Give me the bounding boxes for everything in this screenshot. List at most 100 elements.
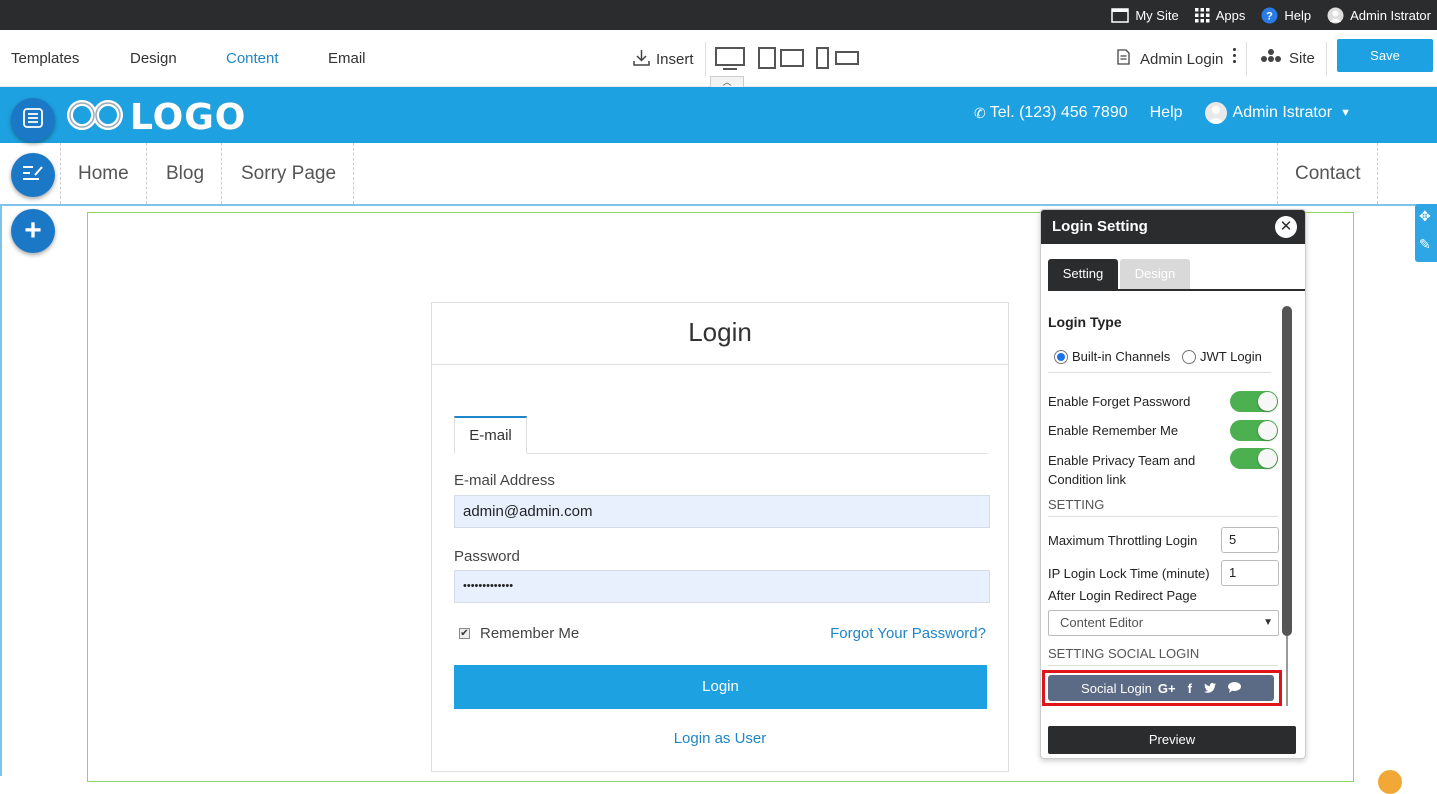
toggle-label-forget-password: Enable Forget Password bbox=[1048, 394, 1191, 409]
help-bubble[interactable] bbox=[1378, 770, 1402, 794]
toggle-remember-me[interactable] bbox=[1230, 420, 1278, 441]
redirect-label: After Login Redirect Page bbox=[1048, 588, 1197, 603]
site-header: LOGO ✆ Tel. (123) 456 7890 Help Admin Is… bbox=[0, 87, 1437, 143]
header-help-link[interactable]: Help bbox=[1150, 104, 1183, 122]
tab-design-panel[interactable]: Design bbox=[1120, 259, 1190, 289]
tab-setting[interactable]: Setting bbox=[1048, 259, 1118, 289]
sitemap-icon bbox=[1261, 49, 1281, 67]
email-field[interactable]: admin@admin.com bbox=[454, 495, 990, 528]
apps-link[interactable]: Apps bbox=[1194, 7, 1246, 23]
nav-item-sorry-page[interactable]: Sorry Page bbox=[224, 143, 355, 204]
radio-jwt-login[interactable]: JWT Login bbox=[1182, 349, 1262, 364]
radio-builtin-channels[interactable]: Built-in Channels bbox=[1054, 349, 1170, 364]
phone-icon: ✆ bbox=[974, 104, 986, 121]
site-logo[interactable]: LOGO bbox=[66, 97, 246, 138]
user-avatar-icon bbox=[1204, 102, 1227, 124]
forgot-password-link[interactable]: Forgot Your Password? bbox=[830, 625, 986, 642]
page-settings-button[interactable] bbox=[11, 98, 55, 142]
nav-item-contact[interactable]: Contact bbox=[1277, 143, 1379, 204]
redirect-select[interactable]: Content Editor ▼ bbox=[1048, 610, 1279, 636]
logo-infinity-icon bbox=[66, 98, 124, 137]
panel-scrollbar[interactable] bbox=[1282, 306, 1292, 636]
admin-login-button[interactable]: Admin Login bbox=[1117, 49, 1223, 69]
toolbar-divider bbox=[705, 42, 706, 76]
phone-link[interactable]: ✆ Tel. (123) 456 7890 bbox=[974, 104, 1128, 122]
toggle-label-privacy: Enable Privacy Team and Condition link bbox=[1048, 453, 1196, 487]
nav-item-home[interactable]: Home bbox=[60, 143, 147, 204]
select-caret-icon: ▼ bbox=[1263, 617, 1273, 628]
panel-scroll-track bbox=[1286, 636, 1288, 706]
header-user-menu[interactable]: Admin Istrator ▼ bbox=[1204, 102, 1351, 124]
document-icon bbox=[1117, 49, 1130, 69]
top-bar: My Site Apps ? Help Admin Istrator bbox=[0, 0, 1437, 30]
login-tabs: E-mail bbox=[454, 416, 987, 454]
max-throttling-label: Maximum Throttling Login bbox=[1048, 533, 1198, 548]
password-field[interactable]: ••••••••••••• bbox=[454, 570, 990, 603]
add-section-button[interactable]: + bbox=[11, 209, 55, 253]
close-icon[interactable]: ✕ bbox=[1275, 216, 1297, 238]
tab-email[interactable]: Email bbox=[328, 50, 366, 67]
radio-unselected-icon bbox=[1182, 349, 1196, 364]
login-title: Login bbox=[432, 303, 1008, 365]
mobile-view-icon[interactable] bbox=[816, 47, 860, 73]
panel-title: Login Setting bbox=[1052, 218, 1148, 235]
toggle-forget-password[interactable] bbox=[1230, 391, 1278, 412]
radio-selected-icon bbox=[1054, 349, 1068, 364]
divider bbox=[1048, 665, 1278, 666]
max-throttling-input[interactable]: 5 bbox=[1221, 527, 1279, 553]
my-site-label: My Site bbox=[1135, 7, 1179, 23]
insert-button[interactable]: Insert bbox=[633, 49, 694, 70]
ip-lock-input[interactable]: 1 bbox=[1221, 560, 1279, 586]
help-link[interactable]: ? Help bbox=[1261, 7, 1311, 24]
login-type-heading: Login Type bbox=[1048, 314, 1122, 330]
help-question-icon: ? bbox=[1261, 7, 1278, 24]
nav-item-blog[interactable]: Blog bbox=[149, 143, 223, 204]
login-widget: Login E-mail E-mail Address admin@admin.… bbox=[431, 302, 1009, 772]
edit-lines-icon bbox=[21, 163, 45, 188]
email-label: E-mail Address bbox=[454, 472, 555, 489]
user-menu[interactable]: Admin Istrator bbox=[1327, 7, 1431, 24]
more-options-icon[interactable] bbox=[1233, 48, 1237, 66]
phone-number: Tel. (123) 456 7890 bbox=[989, 104, 1128, 121]
caret-down-icon: ▼ bbox=[1340, 107, 1351, 119]
remember-me-row: ✔ Remember Me bbox=[459, 625, 579, 642]
tablet-view-icon[interactable] bbox=[758, 47, 804, 73]
plus-icon: + bbox=[24, 214, 42, 247]
edit-pencil-icon[interactable]: ✎ bbox=[1419, 236, 1431, 253]
collapse-toolbar-chevron-icon[interactable]: ︿ bbox=[710, 76, 744, 87]
chat-icon bbox=[1227, 681, 1241, 696]
tab-email-login[interactable]: E-mail bbox=[454, 416, 527, 454]
divider bbox=[1048, 516, 1278, 517]
login-as-user-link[interactable]: Login as User bbox=[432, 730, 1008, 747]
twitter-icon bbox=[1203, 681, 1216, 696]
my-site-link[interactable]: My Site bbox=[1111, 7, 1179, 23]
tab-design[interactable]: Design bbox=[130, 50, 177, 67]
preview-button[interactable]: Preview bbox=[1048, 726, 1296, 754]
site-button[interactable]: Site bbox=[1261, 49, 1315, 67]
social-login-heading: SETTING SOCIAL LOGIN bbox=[1048, 646, 1200, 661]
header-user-name: Admin Istrator bbox=[1232, 104, 1333, 121]
toolbar-divider bbox=[1246, 42, 1247, 76]
apps-label: Apps bbox=[1215, 7, 1246, 23]
social-login-button[interactable]: Social Login G+ f bbox=[1048, 675, 1274, 701]
insert-label: Insert bbox=[656, 51, 694, 68]
ip-lock-label: IP Login Lock Time (minute) bbox=[1048, 566, 1210, 581]
browser-window-icon bbox=[1111, 7, 1130, 23]
password-label: Password bbox=[454, 548, 520, 565]
block-tools: ✥ ✎ bbox=[1415, 204, 1437, 262]
move-arrows-icon[interactable]: ✥ bbox=[1419, 208, 1431, 225]
editor-toolbar: Templates Design Content Email Insert ︿ … bbox=[0, 30, 1437, 87]
divider bbox=[1048, 372, 1271, 373]
toggle-privacy-link[interactable] bbox=[1230, 448, 1278, 469]
tab-templates[interactable]: Templates bbox=[11, 50, 79, 67]
google-plus-icon: G+ bbox=[1157, 680, 1176, 696]
tab-content[interactable]: Content bbox=[226, 50, 279, 67]
toolbar-divider bbox=[1326, 42, 1327, 76]
save-button[interactable]: Save bbox=[1337, 39, 1433, 72]
desktop-view-icon[interactable] bbox=[715, 47, 745, 75]
remember-me-checkbox[interactable]: ✔ bbox=[459, 628, 470, 639]
login-button[interactable]: Login bbox=[454, 665, 987, 709]
user-name: Admin Istrator bbox=[1350, 7, 1431, 23]
edit-content-button[interactable] bbox=[11, 153, 55, 197]
radio-jwt-label: JWT Login bbox=[1200, 349, 1262, 364]
